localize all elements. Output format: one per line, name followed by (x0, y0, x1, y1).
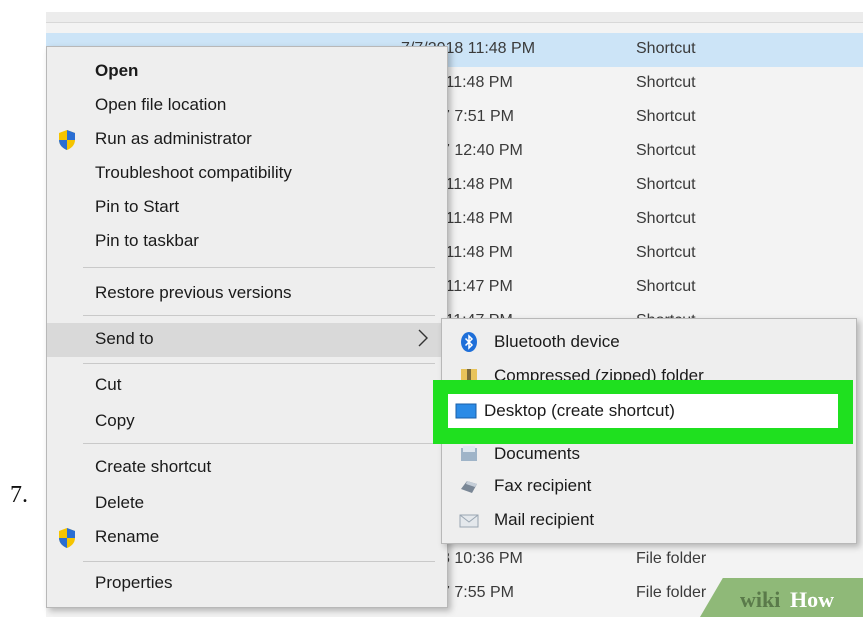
menu-separator (83, 267, 435, 268)
menu-item-run-as-administrator[interactable]: Run as administrator (47, 123, 447, 157)
submenu-item-desktop[interactable]: Desktop (create shortcut) (448, 394, 838, 428)
file-type: Shortcut (636, 142, 696, 159)
menu-item-copy[interactable]: Copy (47, 405, 447, 439)
file-type: File folder (636, 550, 707, 567)
context-menu: Open Open file location Run as administr… (46, 46, 448, 608)
menu-item-pin-to-taskbar[interactable]: Pin to taskbar (47, 225, 447, 259)
shield-icon (59, 130, 75, 150)
menu-item-label: Create shortcut (95, 457, 212, 476)
file-type: Shortcut (636, 278, 696, 295)
menu-item-label: Properties (95, 573, 173, 592)
menu-item-open[interactable]: Open (47, 55, 447, 89)
menu-item-label: Cut (95, 375, 122, 394)
menu-item-label: Restore previous versions (95, 283, 292, 302)
submenu-item-label: Fax recipient (494, 476, 592, 495)
submenu-item-fax-recipient[interactable]: Fax recipient (442, 469, 856, 503)
menu-item-label: Delete (95, 493, 145, 512)
menu-item-troubleshoot-compatibility[interactable]: Troubleshoot compatibility (47, 157, 447, 191)
menu-separator (83, 315, 435, 316)
menu-item-label: Rename (95, 527, 160, 546)
submenu-item-mail-recipient[interactable]: Mail recipient (442, 503, 856, 537)
file-type: Shortcut (636, 40, 696, 57)
menu-item-rename[interactable]: Rename (47, 521, 447, 555)
menu-item-label: Open file location (95, 95, 227, 114)
submenu-item-label: Documents (494, 444, 580, 463)
menu-item-label: Pin to Start (95, 197, 180, 216)
menu-item-create-shortcut[interactable]: Create shortcut (47, 451, 447, 485)
menu-separator (83, 561, 435, 562)
file-type: File folder (636, 584, 707, 601)
watermark-wiki: wiki (740, 587, 781, 612)
file-type: Shortcut (636, 244, 696, 261)
menu-item-label: Run as administrator (95, 129, 252, 148)
submenu-item-label: Bluetooth device (494, 332, 620, 351)
menu-item-label: Send to (95, 329, 154, 348)
menu-item-label: Copy (95, 411, 135, 430)
menu-item-label: Pin to taskbar (95, 231, 199, 250)
menu-item-delete[interactable]: Delete (47, 487, 447, 521)
menu-item-restore-previous-versions[interactable]: Restore previous versions (47, 277, 447, 311)
file-type: Shortcut (636, 210, 696, 227)
menu-item-label: Open (95, 61, 139, 80)
mail-icon (459, 514, 479, 528)
chevron-right-icon (418, 329, 428, 347)
menu-item-pin-to-start[interactable]: Pin to Start (47, 191, 447, 225)
bluetooth-icon (461, 332, 477, 352)
step-number: 7. (10, 482, 28, 508)
file-type: Shortcut (636, 108, 696, 125)
menu-item-send-to[interactable]: Send to (47, 323, 447, 357)
column-header-bar (46, 12, 863, 23)
highlight-frame: Desktop (create shortcut) (433, 380, 853, 444)
file-type: Shortcut (636, 74, 696, 91)
submenu-item-bluetooth-device[interactable]: Bluetooth device (442, 325, 856, 359)
menu-item-properties[interactable]: Properties (47, 567, 447, 601)
menu-item-cut[interactable]: Cut (47, 369, 447, 403)
desktop-icon (455, 403, 477, 419)
menu-separator (83, 443, 435, 444)
menu-separator (83, 363, 435, 364)
shield-icon (59, 528, 75, 548)
documents-icon (461, 446, 477, 461)
submenu-item-label: Desktop (create shortcut) (484, 401, 675, 420)
wikihow-watermark: wiki How (700, 578, 863, 617)
file-type: Shortcut (636, 176, 696, 193)
menu-item-label: Troubleshoot compatibility (95, 163, 292, 182)
submenu-item-label: Mail recipient (494, 510, 595, 529)
menu-item-open-file-location[interactable]: Open file location (47, 89, 447, 123)
watermark-how: How (790, 587, 834, 612)
fax-icon (461, 481, 477, 493)
